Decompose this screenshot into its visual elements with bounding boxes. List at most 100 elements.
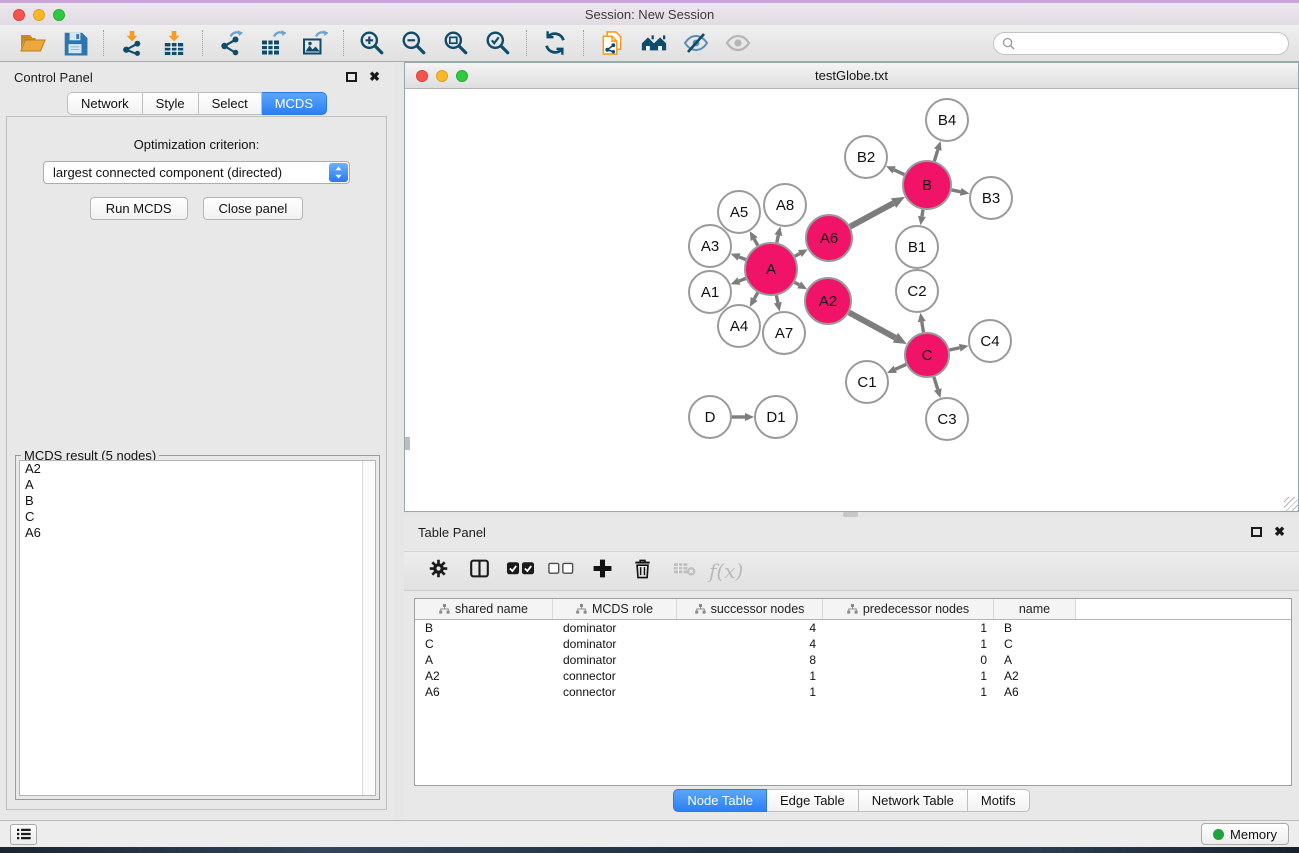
zoom-window-button[interactable] (53, 9, 65, 21)
graph-node-A6[interactable]: A6 (806, 215, 852, 261)
home-button[interactable] (633, 28, 675, 59)
panel-splitter-handle[interactable] (843, 512, 858, 517)
graph-edge-C-C4[interactable] (949, 348, 959, 350)
graph-node-B[interactable]: B (903, 161, 951, 209)
gear-button[interactable] (422, 555, 454, 587)
graph-edge-B-B1[interactable] (922, 210, 923, 217)
minimize-window-button[interactable] (33, 9, 45, 21)
graph-edge-C-C2[interactable] (922, 322, 924, 333)
import-table-button[interactable] (153, 28, 195, 59)
column-header-MCDS-role[interactable]: MCDS role (553, 599, 677, 619)
export-image-button[interactable] (294, 28, 336, 59)
tab-select[interactable]: Select (199, 92, 262, 115)
add-button[interactable] (586, 555, 618, 587)
graph-edge-A-A5[interactable] (754, 239, 758, 245)
search-input[interactable] (1020, 36, 1280, 51)
zoom-in-button[interactable] (351, 28, 393, 59)
show-details-button[interactable] (717, 28, 759, 59)
function-button[interactable]: f(x) (709, 555, 743, 587)
mcds-result-item[interactable]: A6 (20, 525, 375, 541)
graph-edge-A6-B[interactable] (850, 203, 893, 227)
graph-node-A8[interactable]: A8 (764, 184, 806, 226)
graph-node-D[interactable]: D (689, 396, 731, 438)
graph-node-A[interactable]: A (745, 243, 797, 295)
graph-node-B1[interactable]: B1 (896, 226, 938, 268)
graph-node-B4[interactable]: B4 (926, 99, 968, 141)
network-minimize-button[interactable] (436, 70, 448, 82)
graph-node-C3[interactable]: C3 (926, 398, 968, 440)
graph-edge-A-A2[interactable] (795, 282, 800, 285)
graph-node-C2[interactable]: C2 (896, 270, 938, 312)
graph-edge-C-C3[interactable] (934, 377, 938, 389)
network-window-titlebar[interactable]: testGlobe.txt (405, 63, 1298, 89)
mcds-result-item[interactable]: B (20, 493, 375, 509)
graph-edge-B-B4[interactable] (934, 150, 938, 161)
graph-edge-A-A8[interactable] (777, 235, 779, 242)
graph-node-D1[interactable]: D1 (755, 396, 797, 438)
export-table-button[interactable] (252, 28, 294, 59)
graph-edge-A-A1[interactable] (739, 279, 746, 282)
memory-button[interactable]: Memory (1201, 823, 1289, 845)
uncheck-all-button[interactable] (545, 555, 577, 587)
open-folder-button[interactable] (12, 28, 54, 59)
criterion-dropdown[interactable]: largest connected component (directed) (43, 161, 350, 184)
column-header-successor-nodes[interactable]: successor nodes (677, 599, 823, 619)
graph-edge-A-A3[interactable] (739, 257, 746, 260)
search-box[interactable] (993, 32, 1289, 55)
zoom-selected-button[interactable] (477, 28, 519, 59)
mcds-result-item[interactable]: C (20, 509, 375, 525)
save-button[interactable] (54, 28, 96, 59)
tab-network[interactable]: Network (67, 92, 143, 115)
graph-edge-B-B3[interactable] (951, 190, 960, 192)
graph-edge-A2-C[interactable] (849, 312, 895, 337)
close-panel-button[interactable]: Close panel (203, 197, 304, 220)
tab-node-table[interactable]: Node Table (673, 789, 767, 812)
check-all-button[interactable] (504, 555, 536, 587)
trash-button[interactable] (627, 555, 659, 587)
task-history-button[interactable] (10, 824, 37, 845)
close-panel-icon[interactable]: ✖ (369, 72, 380, 82)
run-mcds-button[interactable]: Run MCDS (90, 197, 188, 220)
graph-edge-A-A6[interactable] (795, 254, 800, 257)
column-header-name[interactable]: name (994, 599, 1076, 619)
close-window-button[interactable] (13, 9, 25, 21)
graph-node-C[interactable]: C (905, 333, 949, 377)
mcds-result-item[interactable]: A (20, 477, 375, 493)
column-header-predecessor-nodes[interactable]: predecessor nodes (823, 599, 994, 619)
graph-node-A5[interactable]: A5 (718, 191, 760, 233)
canvas-scrollbar-thumb[interactable] (405, 437, 410, 450)
network-close-button[interactable] (416, 70, 428, 82)
tab-motifs[interactable]: Motifs (968, 789, 1030, 812)
table-row[interactable]: Adominator80A (415, 652, 1291, 668)
network-zoom-button[interactable] (456, 70, 468, 82)
zoom-fit-button[interactable] (435, 28, 477, 59)
graph-node-A7[interactable]: A7 (763, 312, 805, 354)
graph-node-A3[interactable]: A3 (689, 225, 731, 267)
table-row[interactable]: A6connector11A6 (415, 684, 1291, 700)
graph-node-C1[interactable]: C1 (846, 361, 888, 403)
new-network-file-button[interactable] (591, 28, 633, 59)
tab-mcds[interactable]: MCDS (262, 92, 327, 115)
columns-button[interactable] (463, 555, 495, 587)
table-row[interactable]: Cdominator41C (415, 636, 1291, 652)
graph-node-A1[interactable]: A1 (689, 271, 731, 313)
import-network-button[interactable] (111, 28, 153, 59)
refresh-button[interactable] (534, 28, 576, 59)
delete-table-button[interactable] (668, 555, 700, 587)
float-table-panel-icon[interactable] (1251, 527, 1262, 537)
close-table-panel-icon[interactable]: ✖ (1274, 527, 1285, 537)
graph-node-B3[interactable]: B3 (970, 177, 1012, 219)
graph-edge-C-C1[interactable] (895, 364, 906, 369)
tab-style[interactable]: Style (143, 92, 199, 115)
result-scrollbar[interactable] (362, 461, 375, 795)
tab-edge-table[interactable]: Edge Table (767, 789, 859, 812)
export-network-button[interactable] (210, 28, 252, 59)
graph-node-A2[interactable]: A2 (805, 278, 851, 324)
mcds-result-item[interactable]: A2 (20, 461, 375, 477)
column-header-shared-name[interactable]: shared name (415, 599, 553, 619)
hide-details-button[interactable] (675, 28, 717, 59)
graph-edge-A-A4[interactable] (754, 293, 758, 299)
graph-edge-A-A7[interactable] (776, 295, 777, 302)
float-panel-icon[interactable] (346, 72, 357, 82)
table-row[interactable]: A2connector11A2 (415, 668, 1291, 684)
